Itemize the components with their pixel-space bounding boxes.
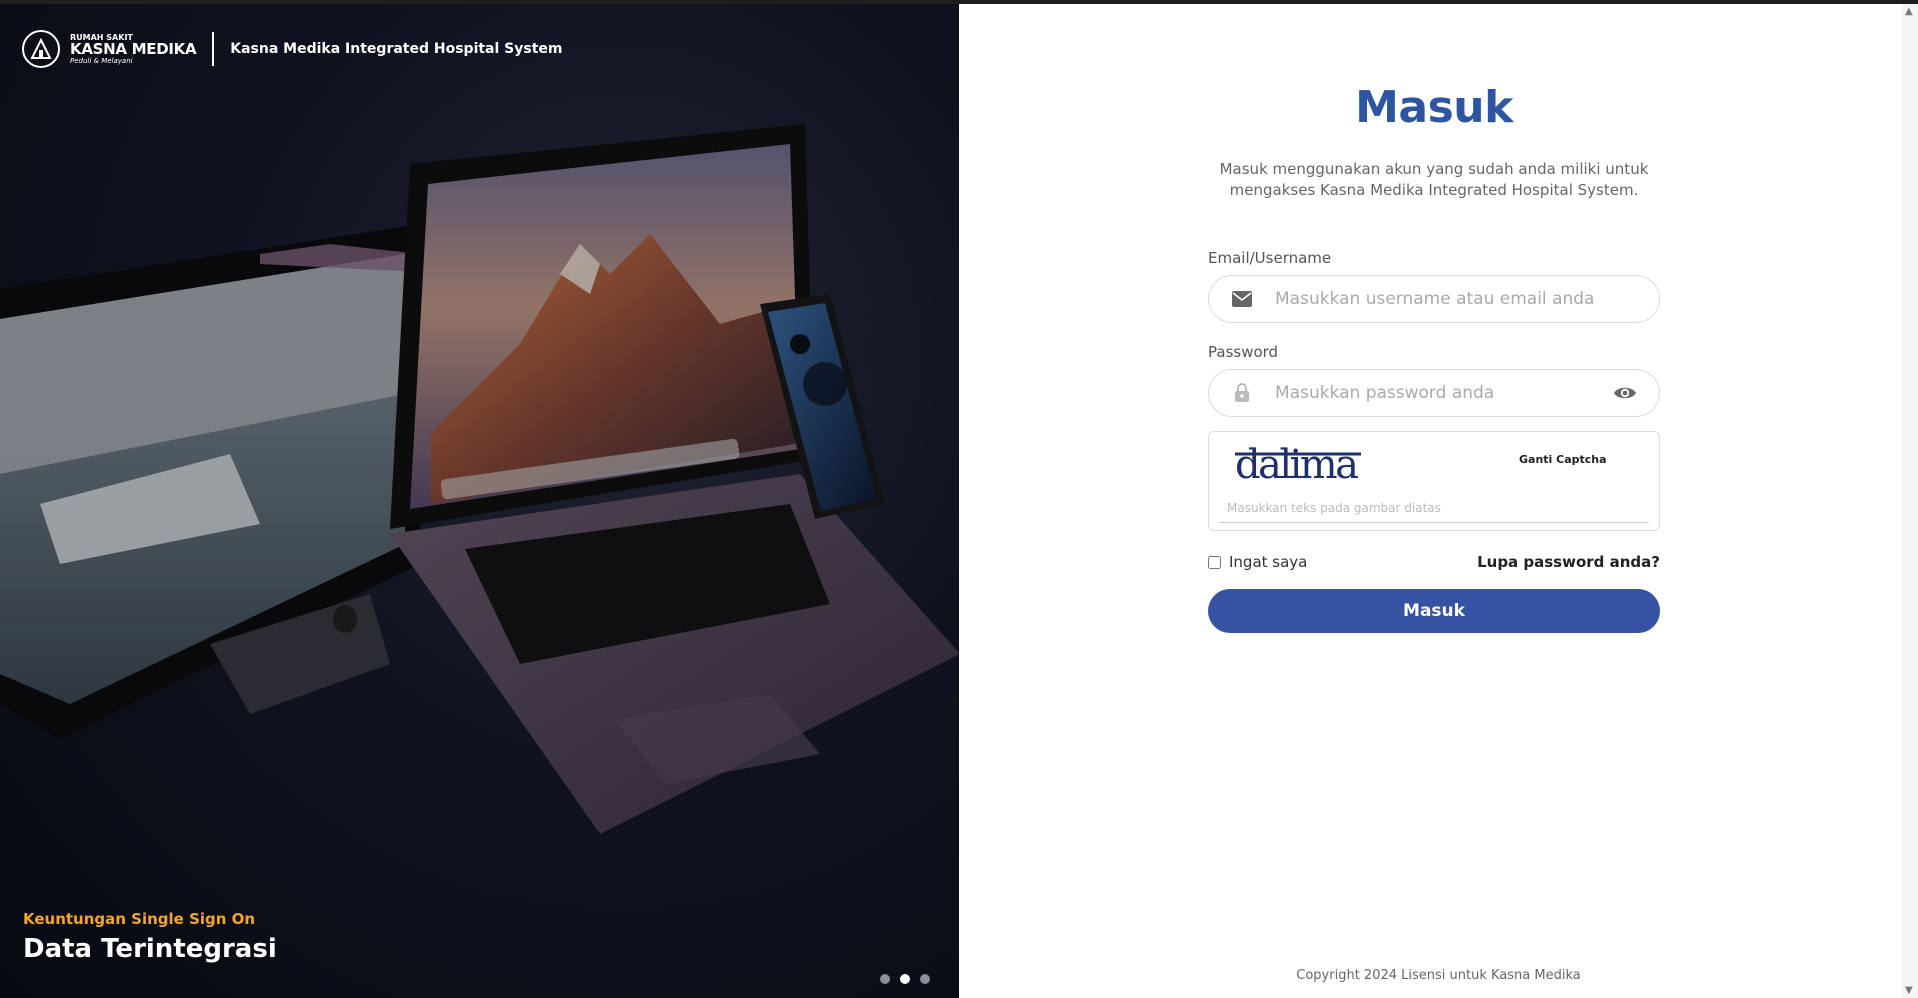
lock-icon xyxy=(1231,382,1253,404)
login-form: Masuk Masuk menggunakan akun yang sudah … xyxy=(1208,4,1660,633)
brand-divider xyxy=(212,32,215,66)
logo-wordmark: RUMAH SAKIT KASNA MEDIKA Peduli & Melaya… xyxy=(70,33,197,65)
carousel-dot[interactable] xyxy=(920,974,930,984)
scrollbar[interactable]: ▲ ▼ xyxy=(1902,4,1918,998)
logo-name: KASNA MEDIKA xyxy=(70,39,197,58)
page-title: Masuk xyxy=(1355,82,1513,133)
devices-illustration xyxy=(0,4,959,998)
brand-header: RUMAH SAKIT KASNA MEDIKA Peduli & Melaya… xyxy=(22,30,563,68)
eye-icon[interactable] xyxy=(1611,382,1639,404)
system-title: Kasna Medika Integrated Hospital System xyxy=(230,41,563,57)
options-row: Ingat saya Lupa password anda? xyxy=(1208,553,1660,571)
login-panel: Masuk Masuk menggunakan akun yang sudah … xyxy=(959,4,1918,998)
carousel-dot[interactable] xyxy=(880,974,890,984)
remember-me: Ingat saya xyxy=(1208,553,1307,571)
email-label: Email/Username xyxy=(1208,249,1332,267)
remember-checkbox[interactable] xyxy=(1208,555,1221,569)
captcha-text: dalima xyxy=(1235,442,1359,488)
logo-tagline: Peduli & Melayani xyxy=(70,56,133,65)
email-input[interactable] xyxy=(1273,288,1639,310)
captcha-box: dalima Ganti Captcha xyxy=(1208,431,1660,531)
envelope-icon xyxy=(1231,288,1253,310)
remember-label: Ingat saya xyxy=(1229,553,1308,571)
hospital-logo-icon xyxy=(22,30,60,68)
copyright-text: Copyright 2024 Lisensi untuk Kasna Medik… xyxy=(1296,968,1581,983)
login-description: Masuk menggunakan akun yang sudah anda m… xyxy=(1219,160,1649,199)
change-captcha-button[interactable]: Ganti Captcha xyxy=(1519,453,1607,466)
carousel-dot-active[interactable] xyxy=(900,974,910,984)
scroll-down-icon[interactable]: ▼ xyxy=(1905,985,1913,996)
password-input[interactable] xyxy=(1273,382,1611,404)
email-field xyxy=(1208,275,1660,323)
carousel-dots xyxy=(880,974,930,984)
slide-subtitle: Keuntungan Single Sign On xyxy=(23,910,256,928)
login-button[interactable]: Masuk xyxy=(1208,589,1660,633)
password-field xyxy=(1208,369,1660,417)
forgot-password-link[interactable]: Lupa password anda? xyxy=(1477,553,1660,571)
password-label: Password xyxy=(1208,343,1279,361)
slide-title: Data Terintegrasi xyxy=(23,934,277,964)
captcha-input[interactable] xyxy=(1219,494,1649,523)
hero-panel: RUMAH SAKIT KASNA MEDIKA Peduli & Melaya… xyxy=(0,4,959,998)
scroll-up-icon[interactable]: ▲ xyxy=(1905,6,1913,17)
captcha-image: dalima xyxy=(1235,442,1361,488)
